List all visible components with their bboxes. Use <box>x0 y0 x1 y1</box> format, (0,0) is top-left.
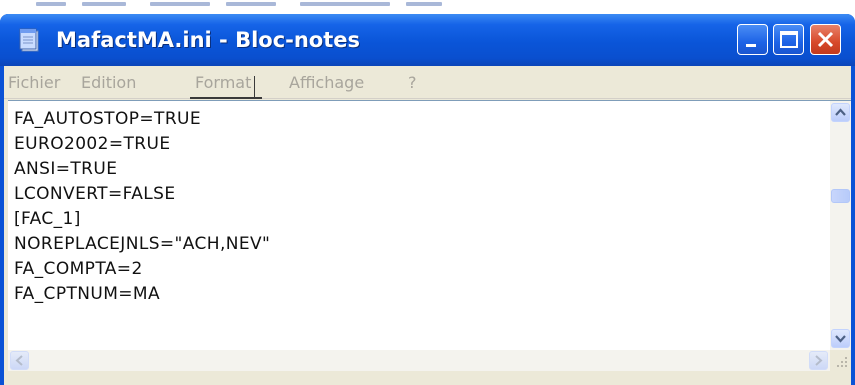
background-fragment <box>226 2 276 6</box>
resize-grip-icon <box>837 357 847 367</box>
text-cursor <box>254 76 255 98</box>
menu-affichage[interactable]: Affichage <box>289 72 364 94</box>
chevron-right-icon <box>815 355 823 366</box>
close-icon <box>817 31 834 48</box>
editor-line: ANSI=TRUE <box>14 159 118 179</box>
editor-content[interactable]: FA_AUTOSTOP=TRUE EURO2002=TRUE ANSI=TRUE… <box>14 107 814 347</box>
minimize-icon <box>746 44 756 47</box>
editor-line: FA_AUTOSTOP=TRUE <box>14 109 202 129</box>
scroll-down-button[interactable] <box>831 329 850 348</box>
status-area <box>8 371 851 385</box>
notepad-window: MafactMA.ini - Bloc-notes Fichier Editio… <box>0 14 855 385</box>
minimize-button[interactable] <box>737 24 768 55</box>
scroll-left-button[interactable] <box>10 351 29 370</box>
vertical-scrollbar[interactable] <box>830 101 851 350</box>
window-title: MafactMA.ini - Bloc-notes <box>56 28 361 52</box>
scroll-up-button[interactable] <box>831 103 850 122</box>
title-bar[interactable]: MafactMA.ini - Bloc-notes <box>0 14 855 66</box>
horizontal-scrollbar[interactable] <box>8 350 830 371</box>
chevron-down-icon <box>835 335 846 343</box>
menu-help[interactable]: ? <box>408 72 417 94</box>
editor-line: EURO2002=TRUE <box>14 134 171 154</box>
window-client: Fichier Edition Format Affichage ? FA_AU… <box>4 66 851 385</box>
menu-bar: Fichier Edition Format Affichage ? <box>4 66 851 99</box>
background-fragment <box>406 2 442 6</box>
close-button[interactable] <box>810 24 841 55</box>
background-fragment <box>300 2 390 6</box>
maximize-icon <box>780 31 798 48</box>
chevron-left-icon <box>15 355 23 366</box>
background-fragment <box>150 2 210 6</box>
editor-line: FA_CPTNUM=MA <box>14 284 161 304</box>
maximize-button[interactable] <box>773 24 804 55</box>
resize-grip[interactable] <box>830 350 851 371</box>
menu-format[interactable]: Format <box>195 72 251 94</box>
background-fragment <box>82 2 126 6</box>
menu-edition[interactable]: Edition <box>81 72 136 94</box>
editor-line: [FAC_1] <box>14 209 81 229</box>
scroll-right-button[interactable] <box>809 351 828 370</box>
background-fragment <box>36 2 66 6</box>
editor-line: LCONVERT=FALSE <box>14 184 176 204</box>
menu-hover-indicator <box>190 97 262 99</box>
editor-line: FA_COMPTA=2 <box>14 259 143 279</box>
vertical-scroll-thumb[interactable] <box>831 189 850 203</box>
editor-line: NOREPLACEJNLS="ACH,NEV" <box>14 234 271 254</box>
chevron-up-icon <box>835 108 846 116</box>
menu-fichier[interactable]: Fichier <box>8 72 60 94</box>
text-editor[interactable]: FA_AUTOSTOP=TRUE EURO2002=TRUE ANSI=TRUE… <box>8 100 851 385</box>
notepad-icon <box>19 28 39 52</box>
